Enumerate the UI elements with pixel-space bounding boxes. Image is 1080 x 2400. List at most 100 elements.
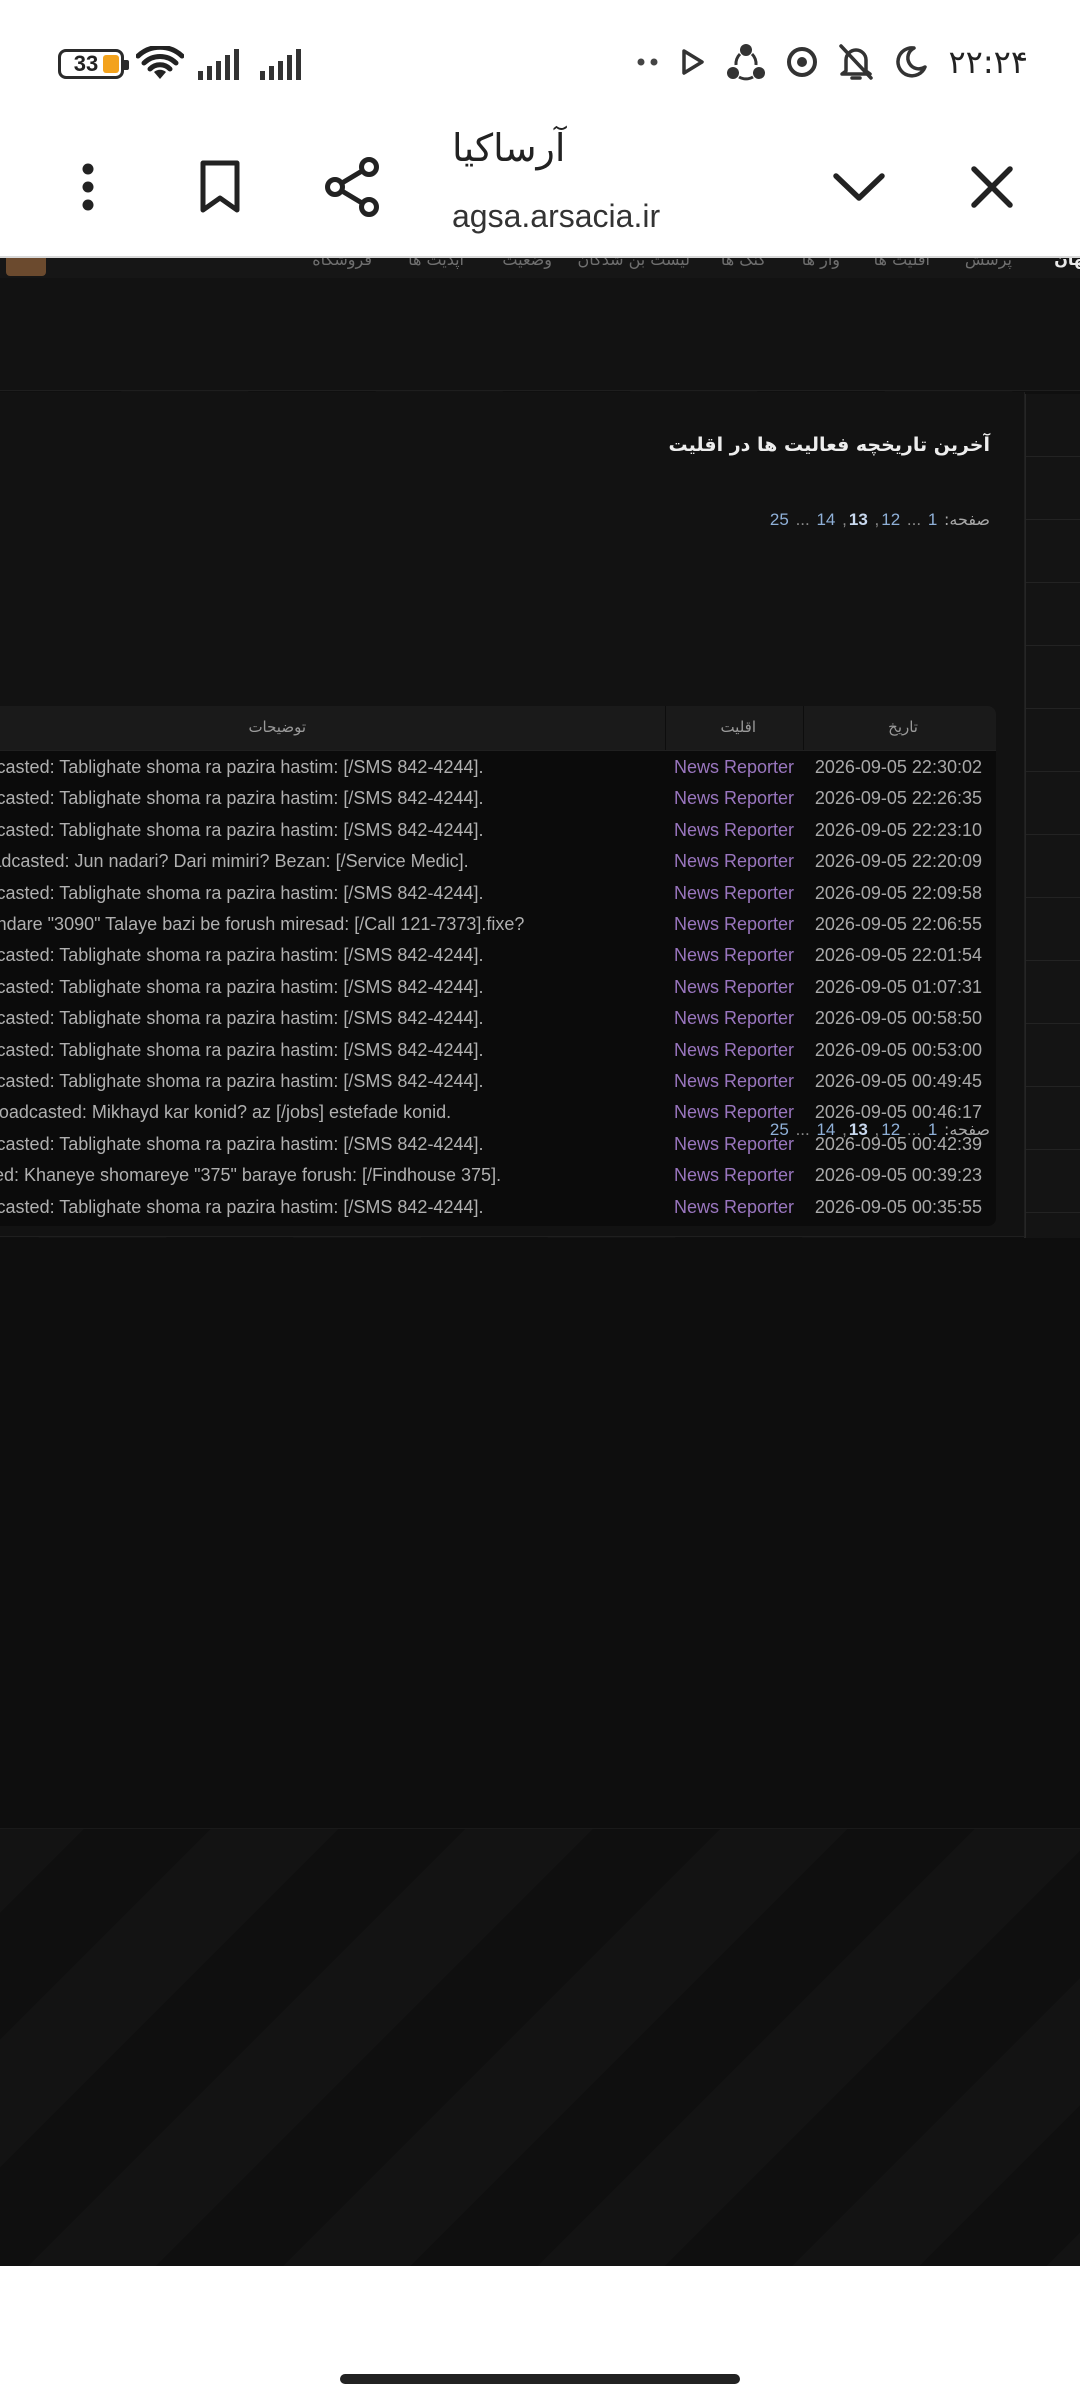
row-rank[interactable]: News Reporter bbox=[674, 851, 794, 872]
wifi-icon bbox=[136, 46, 184, 79]
row-rank[interactable]: News Reporter bbox=[674, 1165, 794, 1186]
row-rank[interactable]: News Reporter bbox=[674, 914, 794, 935]
status-bar: 33 ۲۲:۲۴ bbox=[0, 0, 1080, 120]
status-right-icons: ۲۲:۲۴ bbox=[636, 40, 1028, 84]
page-link[interactable]: 25 bbox=[770, 1120, 789, 1139]
status-clock: ۲۲:۲۴ bbox=[948, 43, 1028, 81]
header-description: توضیحات bbox=[248, 718, 306, 736]
row-rank[interactable]: News Reporter bbox=[674, 1071, 794, 1092]
web-content: جهان پرسش اقلیت ها وار ها گنگ ها لیست بن… bbox=[0, 258, 1080, 2266]
header-date: تاریخ bbox=[888, 718, 918, 736]
header-banner bbox=[0, 278, 1080, 391]
row-description: Broadcasted: Tablighate shoma ra pazira … bbox=[0, 882, 484, 903]
table-row: 2026-09-05 22:09:58 News Reporter Broadcas… bbox=[0, 878, 996, 909]
row-description: Broadcasted: Mikhayd kar konid? az [/job… bbox=[0, 1102, 452, 1123]
row-description: asted: Meghdare "3090" Talaye bazi be fo… bbox=[0, 914, 525, 934]
row-rank[interactable]: News Reporter bbox=[674, 788, 794, 809]
gesture-bar bbox=[0, 2266, 1080, 2400]
row-date: 2026-09-05 22:26:35 bbox=[814, 788, 982, 809]
home-handle[interactable] bbox=[340, 2374, 740, 2384]
row-date: 2026-09-05 01:07:31 bbox=[814, 976, 982, 997]
nav-item[interactable]: جهان bbox=[1054, 258, 1080, 269]
row-description: Broadcasted: Tablighate shoma ra pazira … bbox=[0, 976, 484, 997]
battery-level: 33 bbox=[73, 51, 99, 76]
nav-item[interactable]: آپدیت ها bbox=[408, 258, 464, 269]
pagination-label: صفحه: bbox=[944, 510, 990, 529]
play-store-icon bbox=[682, 49, 705, 75]
chevron-down-icon[interactable] bbox=[824, 152, 894, 222]
table-header: تاریخ اقلیت توضیحات bbox=[0, 706, 996, 751]
row-rank[interactable]: News Reporter bbox=[674, 1197, 794, 1218]
row-rank[interactable]: News Reporter bbox=[674, 1008, 794, 1029]
nav-item[interactable]: وار ها bbox=[802, 258, 840, 269]
row-rank[interactable]: News Reporter bbox=[674, 757, 794, 778]
table-row: 2026-09-05 00:53:00 News Reporter Broadcas… bbox=[0, 1035, 996, 1066]
page-link[interactable]: 12 bbox=[881, 1120, 900, 1139]
row-description: Broadcasted: Tablighate shoma ra pazira … bbox=[0, 1196, 484, 1217]
page-link[interactable]: 1 bbox=[928, 1120, 937, 1139]
pagination-ellipsis: ... bbox=[906, 1120, 922, 1139]
row-description: Broadcasted: Tablighate shoma ra pazira … bbox=[0, 1133, 484, 1154]
bookmark-icon[interactable] bbox=[185, 152, 255, 222]
browser-toolbar: آرساکیا agsa.arsacia.ir bbox=[0, 120, 1080, 258]
row-description: Broadcasted: Tablighate shoma ra pazira … bbox=[0, 757, 484, 777]
table-row: 2026-09-05 22:01:54 News Reporter Broadcas… bbox=[0, 940, 996, 971]
nav-item[interactable]: اقلیت ها bbox=[874, 258, 930, 269]
table-row: 2026-09-05 22:06:55 News Reporter asted: M… bbox=[0, 909, 996, 940]
pagination-bottom: صفحه: 1 ... 12, 13, 14 ... 25 bbox=[769, 1120, 990, 1139]
row-date: 2026-09-05 00:58:50 bbox=[814, 1008, 982, 1029]
signal-icon bbox=[198, 49, 239, 80]
page-link[interactable]: 14 bbox=[816, 1120, 835, 1139]
activity-table: تاریخ اقلیت توضیحات 2026-09-05 22:30:02 N… bbox=[0, 706, 996, 1226]
signal-icon bbox=[260, 49, 301, 80]
row-date: 2026-09-05 00:39:23 bbox=[814, 1165, 982, 1186]
page-link[interactable]: 14 bbox=[816, 510, 835, 529]
row-date: 2026-09-05 22:01:54 bbox=[814, 945, 982, 966]
nav-item[interactable]: لیست بن شدگان bbox=[577, 258, 690, 269]
share-icon[interactable] bbox=[318, 152, 388, 222]
nav-item[interactable]: فروشگاه bbox=[312, 258, 372, 269]
page-current: 13 bbox=[848, 1120, 868, 1139]
row-date: 2026-09-05 22:06:55 bbox=[814, 914, 982, 934]
table-row: 2026-09-05 00:39:23 News Reporter oadcaste… bbox=[0, 1160, 996, 1191]
table-row: 2026-09-05 01:07:31 News Reporter Broadcas… bbox=[0, 972, 996, 1003]
more-vert-icon[interactable] bbox=[53, 152, 123, 222]
nav-item[interactable]: گنگ ها bbox=[721, 258, 766, 269]
row-rank[interactable]: News Reporter bbox=[674, 820, 794, 841]
page-link[interactable]: 25 bbox=[770, 510, 789, 529]
row-description: Broadcasted: Tablighate shoma ra pazira … bbox=[0, 1008, 484, 1029]
row-rank[interactable]: News Reporter bbox=[674, 977, 794, 998]
row-date: 2026-09-05 22:23:10 bbox=[814, 819, 982, 840]
row-description: Broadcasted: Tablighate shoma ra pazira … bbox=[0, 945, 484, 966]
row-description: Broadcasted: Tablighate shoma ra pazira … bbox=[0, 819, 484, 840]
pagination-top: صفحه: 1 ... 12, 13, 14 ... 25 bbox=[769, 510, 990, 529]
table-row: 2026-09-05 00:49:45 News Reporter Broadcas… bbox=[0, 1066, 996, 1097]
page-title: آرساکیا bbox=[452, 126, 566, 170]
pagination-ellipsis: ... bbox=[906, 510, 922, 529]
url-text[interactable]: agsa.arsacia.ir bbox=[452, 198, 660, 235]
close-icon[interactable] bbox=[957, 152, 1027, 222]
more-dots-icon bbox=[637, 58, 658, 66]
row-date: 2026-09-05 00:53:00 bbox=[814, 1039, 982, 1060]
nav-item[interactable]: وضعیت bbox=[502, 258, 552, 269]
row-rank[interactable]: News Reporter bbox=[674, 883, 794, 904]
row-date: 2026-09-05 22:20:09 bbox=[814, 851, 982, 872]
moon-icon bbox=[896, 46, 928, 78]
row-description: Broadcasted: Jun nadari? Dari mimiri? Be… bbox=[0, 851, 469, 872]
footer-area bbox=[0, 1238, 1080, 1829]
table-row: 2026-09-05 00:35:55 News Reporter Broadcas… bbox=[0, 1192, 996, 1223]
row-rank[interactable]: News Reporter bbox=[674, 1040, 794, 1061]
nav-item[interactable]: پرسش bbox=[965, 258, 1012, 269]
row-description: Broadcasted: Tablighate shoma ra pazira … bbox=[0, 788, 484, 809]
activity-panel: آخرین تاریخچه فعالیت ها در اقلیت صفحه: 1… bbox=[0, 392, 1025, 1237]
table-row: 2026-09-05 22:26:35 News Reporter Broadcas… bbox=[0, 783, 996, 814]
page-link[interactable]: 12 bbox=[881, 510, 900, 529]
row-rank[interactable]: News Reporter bbox=[674, 945, 794, 966]
header-rank: اقلیت bbox=[720, 718, 756, 736]
table-row: 2026-09-05 00:58:50 News Reporter Broadcas… bbox=[0, 1003, 996, 1034]
row-date: 2026-09-05 00:35:55 bbox=[814, 1196, 982, 1217]
site-logo bbox=[6, 258, 46, 276]
row-date: 2026-09-05 00:49:45 bbox=[814, 1071, 982, 1091]
page-link[interactable]: 1 bbox=[928, 510, 937, 529]
table-row: 2026-09-05 22:20:09 News Reporter Broadcas… bbox=[0, 846, 996, 877]
